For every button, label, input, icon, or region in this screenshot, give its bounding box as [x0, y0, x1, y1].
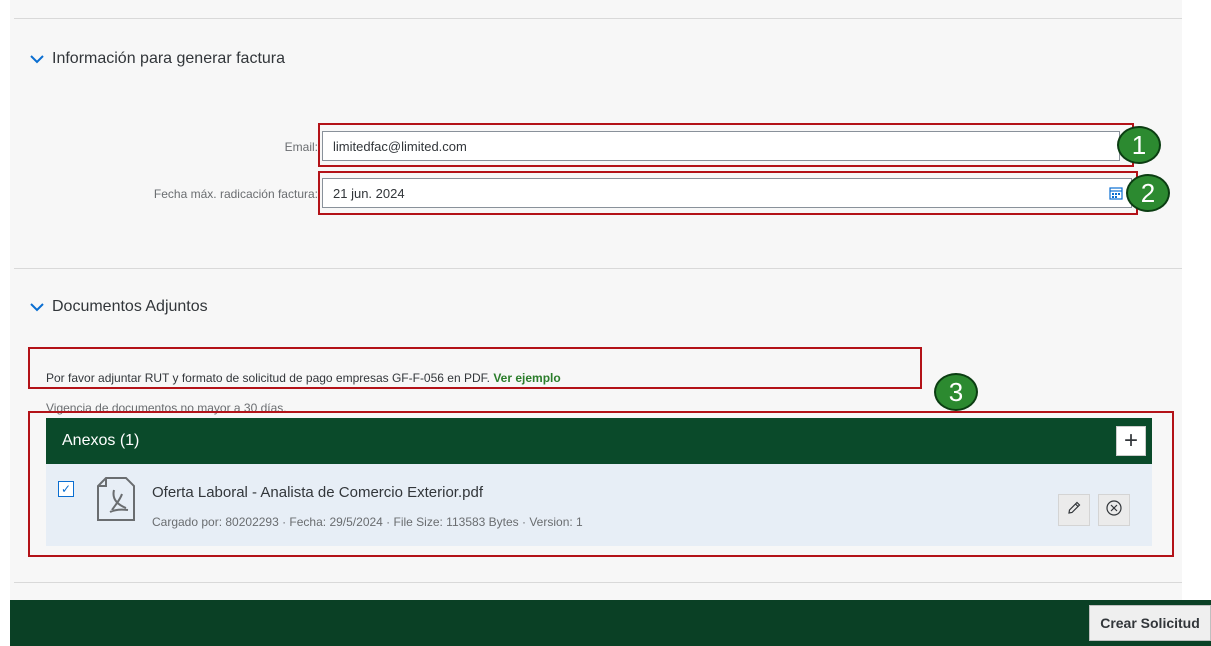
validity-note: Vigencia de documentos no mayor a 30 día… — [46, 401, 287, 415]
date-value: 21 jun. 2024 — [333, 185, 405, 201]
callout-badge-2: 2 — [1126, 174, 1170, 212]
callout-badge-3: 3 — [934, 373, 978, 411]
add-attachment-button[interactable]: + — [1116, 426, 1146, 456]
edit-button[interactable] — [1058, 494, 1090, 526]
instruction-text: Por favor adjuntar RUT y formato de soli… — [46, 371, 490, 385]
divider — [14, 18, 1182, 19]
chevron-down-icon — [30, 302, 52, 312]
chevron-down-icon — [30, 54, 52, 64]
email-value: limitedfac@limited.com — [333, 138, 467, 154]
date-label: Fecha máx. radicación factura: — [153, 187, 318, 201]
file-metadata: Cargado por: 80202293 · Fecha: 29/5/2024… — [152, 515, 583, 529]
example-link[interactable]: Ver ejemplo — [493, 371, 560, 385]
create-request-button[interactable]: Crear Solicitud — [1089, 605, 1211, 641]
checkbox-icon[interactable]: ✓ — [58, 481, 74, 497]
section-title: Información para generar factura — [52, 50, 286, 67]
attachment-instruction: Por favor adjuntar RUT y formato de soli… — [46, 371, 561, 385]
date-field[interactable]: 21 jun. 2024 — [322, 178, 1132, 208]
attachments-title: Anexos (1) — [62, 432, 140, 449]
list-item[interactable]: ✓ Oferta Laboral - Analista de Comercio … — [46, 464, 1152, 546]
edit-icon — [1066, 500, 1082, 521]
section-header-invoice-info[interactable]: Información para generar factura — [30, 50, 285, 68]
email-label: Email: — [284, 140, 318, 154]
email-field[interactable]: limitedfac@limited.com — [322, 131, 1120, 161]
calendar-icon[interactable] — [1109, 186, 1123, 200]
footer-bar — [10, 600, 1211, 646]
attachments-header: Anexos (1) + — [46, 418, 1152, 464]
add-icon: + — [1123, 427, 1138, 454]
file-name[interactable]: Oferta Laboral - Analista de Comercio Ex… — [152, 484, 483, 501]
divider — [14, 582, 1182, 583]
section-title: Documentos Adjuntos — [52, 298, 208, 315]
section-header-attachments[interactable]: Documentos Adjuntos — [30, 298, 208, 316]
remove-icon — [1105, 499, 1123, 522]
pdf-file-icon — [96, 476, 136, 522]
divider — [14, 268, 1182, 269]
remove-button[interactable] — [1098, 494, 1130, 526]
callout-badge-1: 1 — [1117, 126, 1161, 164]
